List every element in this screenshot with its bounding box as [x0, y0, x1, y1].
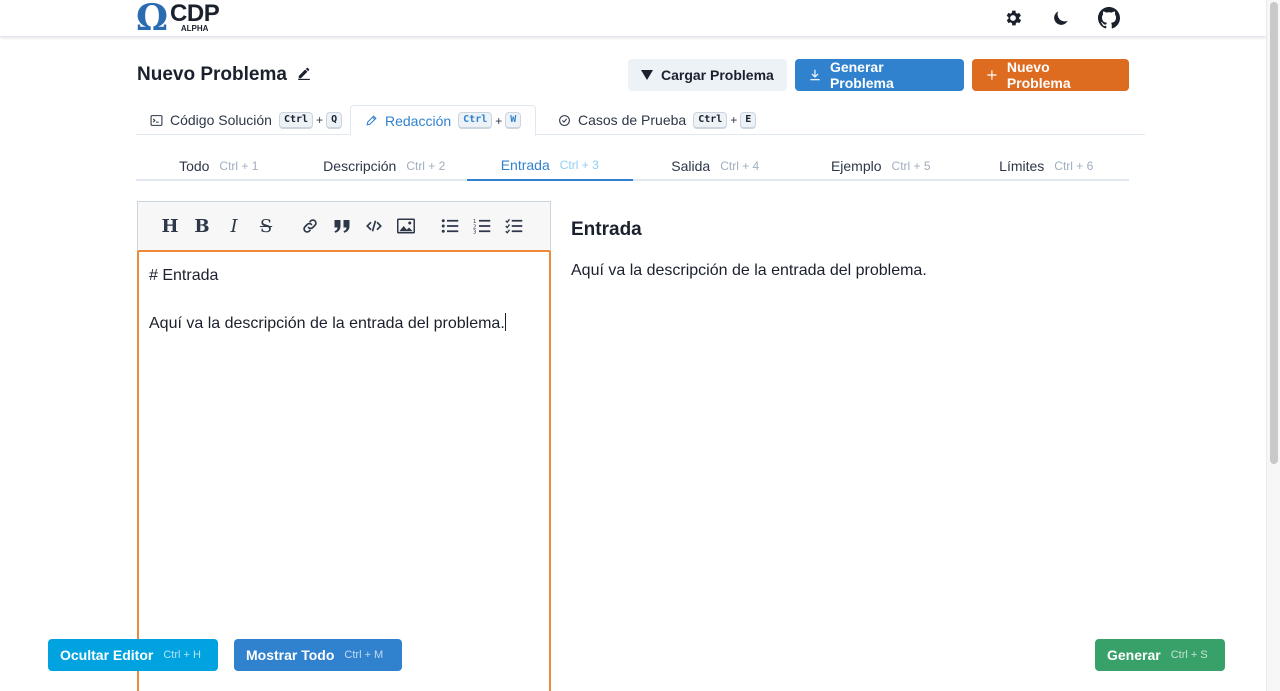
- ordered-list-icon[interactable]: 123: [466, 210, 498, 242]
- subtab-entrada[interactable]: Entrada Ctrl + 3: [467, 150, 633, 181]
- navbar-actions: [1002, 7, 1120, 29]
- italic-button[interactable]: I: [218, 210, 250, 242]
- top-navbar: Ω CDP ALPHA: [0, 0, 1266, 37]
- generate-problem-label: Generar Problema: [829, 59, 894, 91]
- terminal-icon: [150, 114, 163, 126]
- strikethrough-button[interactable]: S: [250, 210, 282, 242]
- logo-name: CDP: [170, 0, 220, 27]
- tab-label: Casos de Prueba: [578, 112, 687, 128]
- text-caret: [504, 313, 506, 331]
- markdown-preview: Entrada Aquí va la descripción de la ent…: [571, 219, 1131, 280]
- page-scrollbar[interactable]: [1266, 0, 1280, 691]
- subtab-salida[interactable]: Salida Ctrl + 4: [633, 150, 799, 181]
- page-title: Nuevo Problema: [137, 64, 287, 85]
- show-all-button[interactable]: Mostrar Todo Ctrl + M: [234, 639, 402, 671]
- logo-tag: ALPHA: [180, 24, 209, 33]
- caret-down-icon: [641, 70, 653, 80]
- tab-redaccion[interactable]: Redacción Ctrl + W: [350, 105, 537, 136]
- main-tabs: Código Solución Ctrl + Q Redacción Ctrl + W …: [136, 105, 1145, 136]
- download-icon: [810, 69, 820, 81]
- svg-text:3: 3: [473, 230, 476, 235]
- moon-icon[interactable]: [1050, 7, 1072, 29]
- checklist-icon[interactable]: [498, 210, 530, 242]
- markdown-textarea[interactable]: # Entrada Aquí va la descripción de la e…: [137, 250, 551, 691]
- preview-heading: Entrada: [571, 219, 642, 240]
- load-problem-button[interactable]: Cargar Problema: [628, 59, 787, 91]
- code-icon[interactable]: [358, 210, 390, 242]
- tab-codigo-solucion[interactable]: Código Solución Ctrl + Q: [136, 105, 356, 135]
- scrollbar-thumb[interactable]: [1270, 2, 1278, 464]
- generate-button[interactable]: Generar Ctrl + S: [1095, 639, 1225, 671]
- logo-wordmark: CDP ALPHA: [170, 0, 220, 33]
- hide-editor-button[interactable]: Ocultar Editor Ctrl + H: [48, 639, 218, 671]
- cdp-logo[interactable]: Ω CDP ALPHA: [136, 0, 220, 39]
- unordered-list-icon[interactable]: [434, 210, 466, 242]
- tab-label: Redacción: [385, 112, 452, 129]
- bold-button[interactable]: B: [186, 210, 218, 242]
- editor-toolbar: H B I S 123: [137, 201, 551, 250]
- gear-icon[interactable]: [1002, 7, 1024, 29]
- tab-label: Código Solución: [170, 112, 272, 128]
- shortcut-hint: Ctrl + Q: [278, 111, 343, 129]
- editor-line-3: Aquí va la descripción de la entrada del…: [149, 313, 506, 332]
- markdown-editor: H B I S 123 # Entrada Aquí va la descrip: [137, 201, 551, 691]
- load-problem-label: Cargar Problema: [661, 67, 774, 83]
- link-icon[interactable]: [294, 210, 326, 242]
- quote-icon[interactable]: [326, 210, 358, 242]
- shortcut-hint: Ctrl + E: [693, 111, 757, 129]
- subtab-todo[interactable]: Todo Ctrl + 1: [136, 150, 302, 181]
- shortcut-hint: Ctrl + W: [458, 112, 522, 129]
- check-circle-icon: [559, 114, 570, 126]
- subtab-limites[interactable]: Límites Ctrl + 6: [964, 150, 1130, 181]
- subtab-ejemplo[interactable]: Ejemplo Ctrl + 5: [798, 150, 964, 181]
- problem-title-row: Nuevo Problema: [137, 64, 311, 86]
- plus-icon: [987, 70, 997, 80]
- tab-casos-de-prueba[interactable]: Casos de Prueba Ctrl + E: [544, 105, 770, 135]
- preview-body: Aquí va la descripción de la entrada del…: [571, 262, 927, 279]
- subtab-descripcion[interactable]: Descripción Ctrl + 2: [302, 150, 468, 181]
- editor-line-2: [149, 288, 539, 312]
- generate-problem-button[interactable]: Generar Problema: [795, 59, 964, 91]
- pencil-icon: [366, 115, 377, 126]
- new-problem-label: Nuevo Problema: [1006, 59, 1071, 91]
- new-problem-button[interactable]: Nuevo Problema: [972, 59, 1129, 91]
- editor-line-1: # Entrada: [149, 267, 219, 284]
- heading-button[interactable]: H: [154, 210, 186, 242]
- section-tabs: Todo Ctrl + 1 Descripción Ctrl + 2 Entrada…: [136, 150, 1129, 181]
- github-icon[interactable]: [1098, 7, 1120, 29]
- omega-logo-icon: Ω: [136, 0, 169, 39]
- image-icon[interactable]: [390, 210, 422, 242]
- edit-title-icon[interactable]: [297, 66, 311, 85]
